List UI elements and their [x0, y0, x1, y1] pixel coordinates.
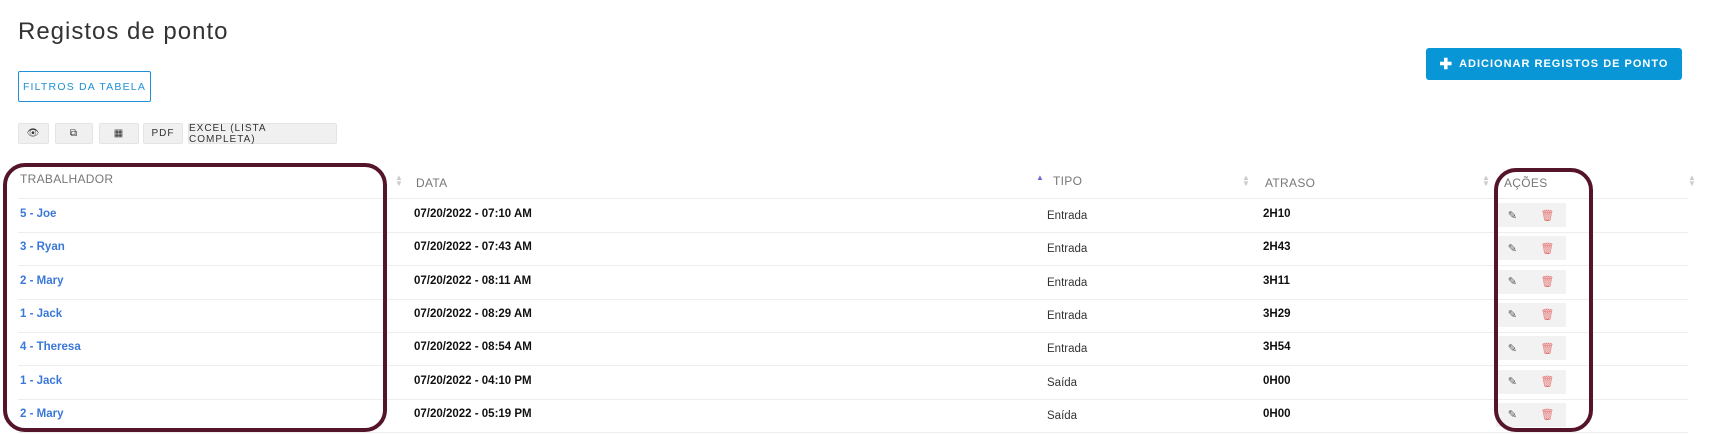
delay-cell: 0H00 [1263, 407, 1291, 420]
plus-icon: ✚ [1439, 56, 1454, 73]
type-cell: Saída [1047, 409, 1078, 422]
csv-button[interactable]: ▦ [99, 123, 139, 144]
excel-button[interactable]: EXCEL (LISTA COMPLETA) [188, 123, 337, 145]
date-cell: 07/20/2022 - 04:10 PM [414, 374, 532, 387]
delay-cell: 2H10 [1263, 208, 1291, 220]
copy-icon: ⧉ [69, 128, 79, 139]
date-cell: 07/20/2022 - 07:10 AM [414, 208, 532, 220]
date-cell: 07/20/2022 - 08:29 AM [414, 307, 532, 320]
type-cell: Entrada [1047, 276, 1088, 289]
pdf-button[interactable]: PDF [143, 123, 183, 144]
delay-cell: 3H54 [1263, 341, 1291, 354]
date-cell: 07/20/2022 - 05:19 PM [414, 407, 532, 420]
page-title: Registos de ponto [18, 18, 229, 45]
header-data[interactable]: DATA [416, 176, 447, 190]
delay-cell: 3H29 [1263, 307, 1291, 320]
table-icon: ▦ [113, 128, 125, 139]
add-time-records-button[interactable]: ✚ ADICIONAR REGISTOS DE PONTO [1426, 48, 1682, 80]
date-cell: 07/20/2022 - 08:54 AM [414, 341, 532, 354]
delay-cell: 2H43 [1263, 241, 1291, 254]
sort-icon[interactable]: ▲ ▼ [1688, 174, 1696, 188]
type-cell: Entrada [1047, 343, 1088, 356]
column-visibility-button[interactable]: 👁 [18, 123, 49, 144]
date-cell: 07/20/2022 - 07:43 AM [414, 241, 532, 254]
sort-icon[interactable]: ▲ ▼ [1242, 174, 1250, 188]
sort-icon[interactable]: ▲ ▼ [1482, 174, 1490, 188]
sort-icon[interactable]: ▲ ▼ [395, 174, 403, 188]
sort-asc-icon[interactable]: ▲ [1036, 174, 1044, 182]
delay-cell: 3H11 [1263, 274, 1290, 287]
delay-cell: 0H00 [1263, 374, 1291, 387]
header-tipo[interactable]: TIPO [1053, 174, 1082, 188]
eye-icon: 👁 [26, 128, 41, 139]
highlight-worker-column [3, 163, 387, 432]
date-cell: 07/20/2022 - 08:11 AM [414, 274, 532, 287]
add-button-label: ADICIONAR REGISTOS DE PONTO [1459, 58, 1669, 70]
highlight-actions-column [1494, 168, 1593, 432]
header-atraso[interactable]: ATRASO [1265, 176, 1315, 190]
type-cell: Entrada [1047, 309, 1088, 322]
type-cell: Entrada [1047, 243, 1088, 256]
copy-button[interactable]: ⧉ [55, 123, 93, 144]
type-cell: Entrada [1047, 210, 1088, 222]
table-filters-button[interactable]: FILTROS DA TABELA [18, 71, 151, 102]
type-cell: Saída [1047, 376, 1078, 389]
